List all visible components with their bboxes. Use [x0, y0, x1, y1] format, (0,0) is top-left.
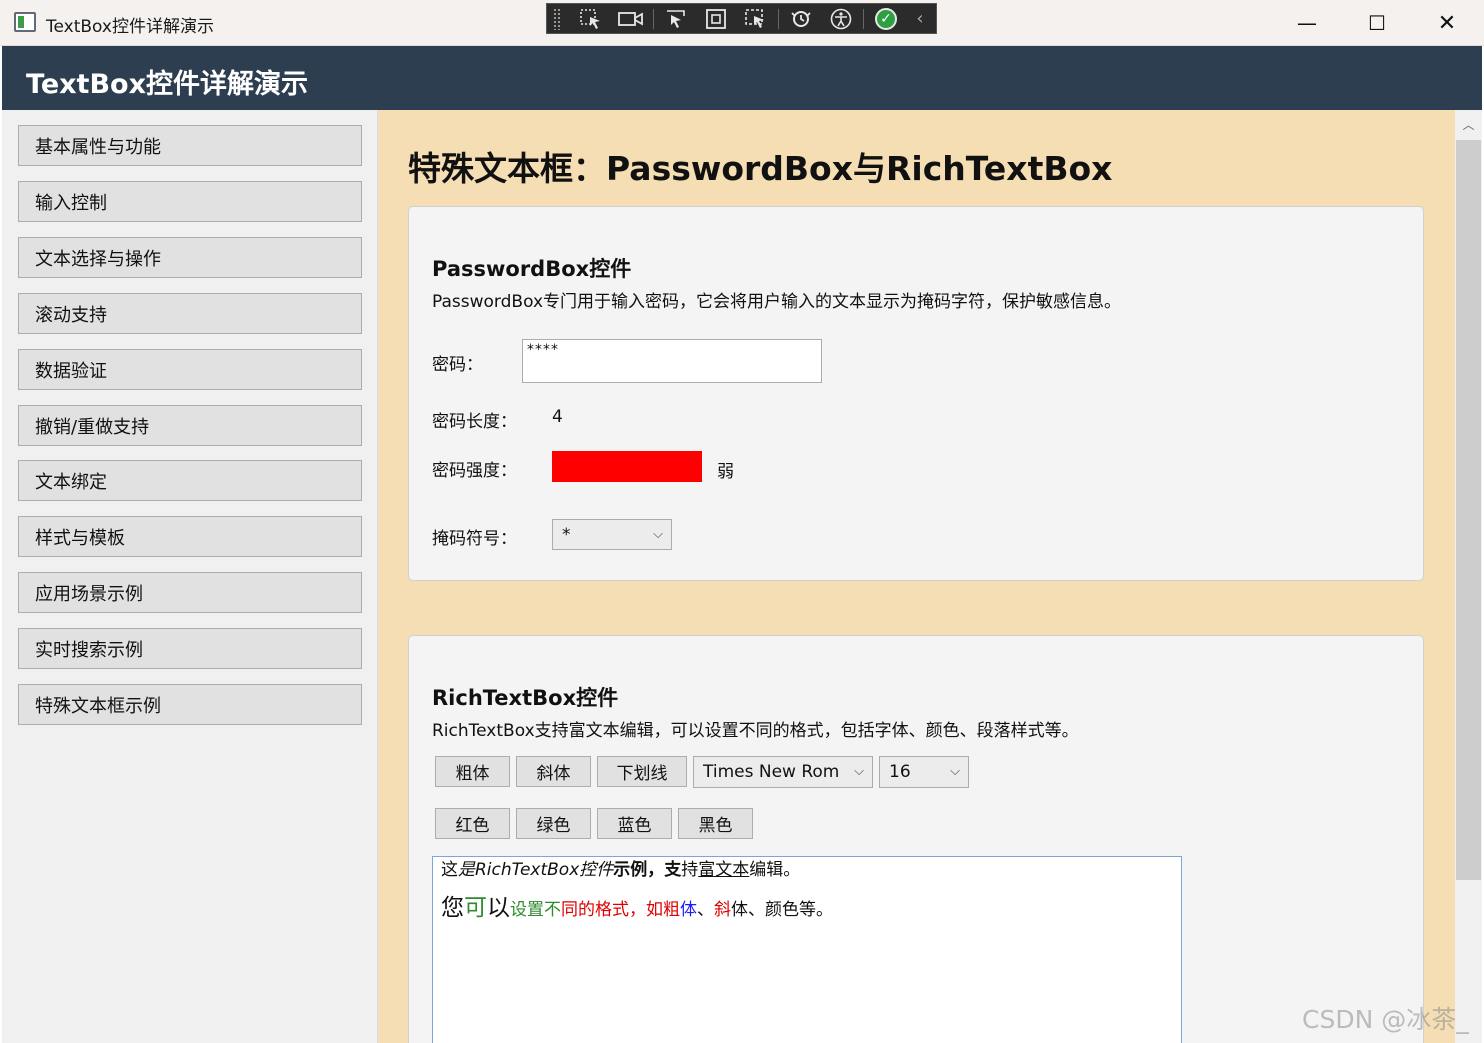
scroll-thumb[interactable] — [1456, 140, 1481, 880]
sidebar-item-undo-redo[interactable]: 撤销/重做支持 — [18, 405, 362, 446]
password-label: 密码： — [432, 355, 483, 375]
sidebar-item-scroll-support[interactable]: 滚动支持 — [18, 293, 362, 334]
richtext-run: 编辑。 — [749, 860, 801, 880]
hot-reload-icon[interactable] — [781, 5, 821, 33]
passwordbox-card-description: PasswordBox专门用于输入密码，它会将用户输入的文本显示为掩码字符，保护… — [432, 292, 1122, 312]
pointer-select-icon[interactable] — [656, 5, 696, 33]
app-icon — [14, 12, 36, 32]
display-layout-icon[interactable] — [696, 5, 736, 33]
richtextbox-editor[interactable]: 这是RichTextBox控件示例，支持富文本编辑。 您可以设置不同的格式，如粗… — [432, 856, 1182, 1043]
select-element-icon[interactable] — [571, 5, 611, 33]
sidebar-item-input-control[interactable]: 输入控制 — [18, 181, 362, 222]
toolbar-grip-icon[interactable] — [553, 7, 561, 30]
accessibility-icon[interactable] — [821, 5, 861, 33]
richtext-run: 示例，支 — [613, 860, 682, 880]
richtext-run: 、 — [697, 900, 714, 920]
password-strength-text: 弱 — [717, 462, 734, 482]
sidebar-item-text-binding[interactable]: 文本绑定 — [18, 460, 362, 501]
debug-toolbar: ✓ ‹ — [546, 3, 937, 34]
window-title: TextBox控件详解演示 — [46, 17, 214, 37]
richtext-run: 同的格式，如粗 — [561, 900, 680, 920]
mask-char-value: * — [562, 524, 571, 545]
chevron-down-icon: ⌵ — [854, 763, 864, 779]
richtext-run: 持 — [681, 860, 699, 880]
password-input[interactable]: **** — [522, 339, 822, 383]
passwordbox-card: PasswordBox控件 PasswordBox专门用于输入密码，它会将用户输… — [408, 206, 1424, 581]
vertical-scrollbar[interactable]: ︿ — [1455, 110, 1482, 1043]
richtext-run: 设置不 — [510, 900, 561, 920]
password-length-value: 4 — [552, 407, 563, 427]
red-color-button[interactable]: 红色 — [435, 808, 510, 839]
richtext-run: 可 — [464, 895, 487, 921]
green-color-button[interactable]: 绿色 — [516, 808, 591, 839]
check-icon[interactable]: ✓ — [866, 5, 906, 33]
italic-button[interactable]: 斜体 — [516, 756, 591, 787]
sidebar-item-use-cases[interactable]: 应用场景示例 — [18, 572, 362, 613]
blue-color-button[interactable]: 蓝色 — [597, 808, 672, 839]
richtext-paragraph-2: 您可以设置不同的格式，如粗体、斜体、颜色等。 — [441, 893, 1173, 925]
app-header: TextBox控件详解演示 — [2, 46, 1482, 110]
main-content: 特殊文本框：PasswordBox与RichTextBox PasswordBo… — [378, 110, 1455, 1043]
font-family-value: Times New Rom — [703, 762, 840, 782]
maximize-button[interactable]: ☐ — [1342, 0, 1412, 46]
richtextbox-card-description: RichTextBox支持富文本编辑，可以设置不同的格式，包括字体、颜色、段落样… — [432, 721, 1079, 741]
sidebar: 基本属性与功能 输入控制 文本选择与操作 滚动支持 数据验证 撤销/重做支持 文… — [2, 110, 378, 1043]
passwordbox-card-title: PasswordBox控件 — [432, 257, 632, 281]
close-button[interactable]: ✕ — [1412, 0, 1482, 46]
sidebar-item-basic-properties[interactable]: 基本属性与功能 — [18, 125, 362, 166]
sidebar-item-special-textbox[interactable]: 特殊文本框示例 — [18, 684, 362, 725]
scroll-up-icon[interactable]: ︿ — [1455, 110, 1482, 138]
window-titlebar: TextBox控件详解演示 ✓ ‹ — ☐ ✕ — [0, 0, 1484, 46]
richtext-run: 体、颜色等。 — [731, 900, 833, 920]
richtext-run: 富文本 — [698, 860, 750, 880]
sidebar-item-text-selection[interactable]: 文本选择与操作 — [18, 237, 362, 278]
mask-char-label: 掩码符号： — [432, 529, 517, 549]
chevron-down-icon: ⌵ — [950, 763, 960, 779]
collapse-chevron-icon[interactable]: ‹ — [906, 5, 934, 33]
mask-char-select[interactable]: * ⌵ — [552, 519, 672, 550]
black-color-button[interactable]: 黑色 — [678, 808, 753, 839]
sidebar-item-data-validation[interactable]: 数据验证 — [18, 349, 362, 390]
track-focus-icon[interactable] — [736, 5, 776, 33]
password-strength-bar — [552, 451, 702, 482]
font-family-select[interactable]: Times New Rom ⌵ — [693, 756, 873, 788]
chevron-down-icon: ⌵ — [653, 526, 663, 542]
richtext-run: 是RichTextBox控件 — [458, 860, 614, 880]
font-size-value: 16 — [889, 762, 911, 782]
richtextbox-card: RichTextBox控件 RichTextBox支持富文本编辑，可以设置不同的… — [408, 635, 1424, 1043]
bold-button[interactable]: 粗体 — [435, 756, 510, 787]
richtext-run: 您 — [441, 895, 464, 921]
richtext-run: 以 — [487, 895, 510, 921]
richtextbox-card-title: RichTextBox控件 — [432, 686, 619, 710]
richtext-run: 体 — [680, 900, 697, 920]
font-size-select[interactable]: 16 ⌵ — [879, 756, 969, 788]
app-header-title: TextBox控件详解演示 — [26, 69, 309, 100]
video-camera-icon[interactable] — [611, 5, 651, 33]
richtext-run: 这 — [441, 860, 458, 880]
page-title: 特殊文本框：PasswordBox与RichTextBox — [408, 149, 1113, 188]
underline-button[interactable]: 下划线 — [597, 756, 687, 787]
password-strength-label: 密码强度： — [432, 461, 517, 481]
password-length-label: 密码长度： — [432, 412, 517, 432]
richtext-paragraph-1: 这是RichTextBox控件示例，支持富文本编辑。 — [441, 859, 1173, 881]
sidebar-item-styles-templates[interactable]: 样式与模板 — [18, 516, 362, 557]
sidebar-item-live-search[interactable]: 实时搜索示例 — [18, 628, 362, 669]
watermark: CSDN @冰茶_ — [1302, 1005, 1469, 1034]
minimize-button[interactable]: — — [1272, 0, 1342, 46]
richtext-run: 斜 — [714, 900, 731, 920]
